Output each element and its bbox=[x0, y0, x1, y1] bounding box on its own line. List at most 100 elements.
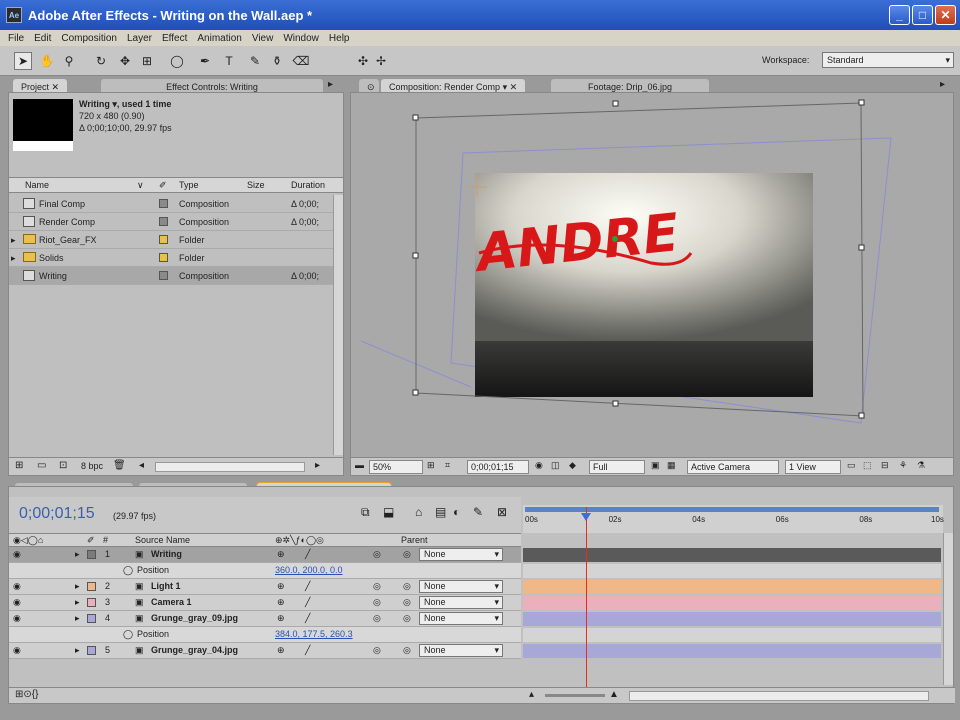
column-duration[interactable]: Duration bbox=[291, 180, 325, 190]
view-layout-dropdown[interactable]: 1 View bbox=[785, 460, 841, 474]
quality-switch-icon[interactable]: ╱ bbox=[305, 581, 310, 592]
3d-layer-switch-icon[interactable]: ◎ bbox=[373, 597, 381, 608]
pick-whip-icon[interactable]: ◎ bbox=[403, 549, 411, 560]
selection-tool-icon[interactable]: ➤ bbox=[14, 52, 32, 70]
property-value[interactable]: 384.0, 177.5, 260.3 bbox=[275, 629, 353, 639]
layer-property-row[interactable]: ◯ Position 384.0, 177.5, 260.3 bbox=[9, 627, 521, 643]
label-color-swatch[interactable] bbox=[159, 253, 168, 262]
orbit-camera-tool-icon[interactable]: ✥ bbox=[116, 52, 134, 70]
pick-whip-icon[interactable]: ◎ bbox=[403, 613, 411, 624]
layer-label-swatch[interactable] bbox=[87, 646, 96, 655]
menu-layer[interactable]: Layer bbox=[127, 33, 152, 44]
transparency-grid-icon[interactable]: ▦ bbox=[667, 460, 676, 471]
menu-composition[interactable]: Composition bbox=[61, 33, 117, 44]
pick-whip-icon[interactable]: ◎ bbox=[403, 581, 411, 592]
pen-tool-icon[interactable]: ✒ bbox=[196, 52, 214, 70]
layer-name[interactable]: Writing bbox=[151, 549, 182, 559]
column-source-name[interactable]: Source Name bbox=[135, 535, 190, 545]
region-of-interest-icon[interactable]: ▣ bbox=[651, 460, 660, 471]
3d-layer-switch-icon[interactable]: ◎ bbox=[373, 645, 381, 656]
label-color-swatch[interactable] bbox=[159, 271, 168, 280]
property-value[interactable]: 360.0, 200.0, 0.0 bbox=[275, 565, 343, 575]
frame-blending-icon[interactable]: ▤ bbox=[435, 505, 446, 519]
tab-dropdown-icon[interactable]: ▾ bbox=[503, 82, 508, 92]
expand-arrow-icon[interactable]: ▸ bbox=[75, 549, 80, 560]
menu-help[interactable]: Help bbox=[329, 33, 350, 44]
timeline-horizontal-scrollbar[interactable] bbox=[629, 691, 929, 701]
layer-row[interactable]: ◉ ▸ 1 ▣ Writing ⊕ ╱ ◎ ◎ None bbox=[9, 547, 521, 563]
horizontal-scrollbar[interactable] bbox=[155, 462, 305, 472]
fast-previews-icon[interactable]: ⬚ bbox=[863, 460, 872, 471]
menu-animation[interactable]: Animation bbox=[197, 33, 241, 44]
motion-blur-icon[interactable]: ◐ bbox=[453, 505, 460, 519]
layer-row[interactable]: ◉ ▸ 4 ▣ Grunge_gray_09.jpg ⊕ ╱ ◎ ◎ None bbox=[9, 611, 521, 627]
clone-stamp-tool-icon[interactable]: ⚱ bbox=[268, 52, 286, 70]
eraser-tool-icon[interactable]: ⌫ bbox=[292, 52, 310, 70]
quality-switch-icon[interactable]: ╱ bbox=[305, 613, 310, 624]
pick-whip-icon[interactable]: ◎ bbox=[403, 645, 411, 656]
draft-3d-icon[interactable]: ⬓ bbox=[383, 505, 394, 519]
parent-dropdown[interactable]: None bbox=[419, 644, 503, 657]
live-update-icon[interactable]: ⧉ bbox=[361, 505, 370, 520]
project-item[interactable]: ▸ Riot_Gear_FX Folder bbox=[9, 231, 343, 249]
zoom-in-icon[interactable]: ▲ bbox=[609, 689, 619, 700]
sort-chevron-icon[interactable]: ∨ bbox=[137, 180, 144, 191]
new-composition-icon[interactable]: ⊡ bbox=[59, 460, 67, 471]
column-name[interactable]: Name bbox=[25, 180, 49, 190]
shy-switch-icon[interactable]: ⊕ bbox=[277, 645, 285, 656]
panel-menu-icon[interactable]: ▸ bbox=[328, 79, 333, 90]
layer-row[interactable]: ◉ ▸ 3 ▣ Camera 1 ⊕ ╱ ◎ ◎ None bbox=[9, 595, 521, 611]
parent-dropdown[interactable]: None bbox=[419, 548, 503, 561]
pan-behind-tool-icon[interactable]: ⊞ bbox=[138, 52, 156, 70]
channel-icon[interactable]: ◆ bbox=[569, 460, 576, 471]
3d-layer-switch-icon[interactable]: ◎ bbox=[373, 581, 381, 592]
safe-zones-icon[interactable]: ⊞ bbox=[427, 460, 435, 471]
stopwatch-icon[interactable]: ◯ bbox=[123, 565, 133, 576]
layer-name[interactable]: Grunge_gray_09.jpg bbox=[151, 613, 238, 623]
video-visibility-icon[interactable]: ◉ bbox=[13, 581, 21, 592]
timeline-icon[interactable]: ⊟ bbox=[881, 460, 889, 471]
project-scrollbar[interactable] bbox=[333, 195, 343, 455]
expand-arrow-icon[interactable]: ▸ bbox=[75, 613, 80, 624]
layer-label-swatch[interactable] bbox=[87, 582, 96, 591]
menu-view[interactable]: View bbox=[252, 33, 274, 44]
menu-effect[interactable]: Effect bbox=[162, 33, 187, 44]
delete-icon[interactable]: 🗑 bbox=[113, 460, 126, 471]
layer-label-swatch[interactable] bbox=[87, 550, 96, 559]
resolution-dropdown[interactable]: Full bbox=[589, 460, 645, 474]
comp-flowchart-icon[interactable]: ⚘ bbox=[899, 460, 907, 471]
column-type[interactable]: Type bbox=[179, 180, 199, 190]
expand-arrow-icon[interactable]: ▸ bbox=[11, 253, 16, 264]
layer-row[interactable]: ◉ ▸ 2 ▣ Light 1 ⊕ ╱ ◎ ◎ None bbox=[9, 579, 521, 595]
magnification-dropdown[interactable]: 50% bbox=[369, 460, 423, 474]
hide-shy-layers-icon[interactable]: ⌂ bbox=[415, 505, 422, 519]
minimize-button[interactable]: _ bbox=[889, 5, 910, 25]
layer-name[interactable]: Camera 1 bbox=[151, 597, 192, 607]
layer-property-row[interactable]: ◯ Position 360.0, 200.0, 0.0 bbox=[9, 563, 521, 579]
zoom-out-icon[interactable]: ▴ bbox=[529, 689, 534, 700]
mask-tool-icon[interactable]: ◯ bbox=[168, 52, 186, 70]
expand-arrow-icon[interactable]: ▸ bbox=[75, 597, 80, 608]
shy-switch-icon[interactable]: ⊕ bbox=[277, 549, 285, 560]
video-visibility-icon[interactable]: ◉ bbox=[13, 645, 21, 656]
playhead-handle[interactable] bbox=[580, 513, 591, 521]
graph-editor-icon[interactable]: ✎ bbox=[473, 505, 483, 519]
always-preview-icon[interactable]: ▬ bbox=[355, 460, 364, 470]
3d-layer-switch-icon[interactable]: ◎ bbox=[373, 613, 381, 624]
new-folder-icon[interactable]: ▭ bbox=[37, 460, 46, 471]
maximize-button[interactable]: □ bbox=[912, 5, 933, 25]
current-time-field[interactable]: 0;00;01;15 bbox=[467, 460, 529, 474]
hand-tool-icon[interactable]: ✋ bbox=[38, 52, 56, 70]
label-column-icon[interactable]: ✐ bbox=[159, 180, 167, 191]
project-item[interactable]: ▸ Solids Folder bbox=[9, 249, 343, 267]
layer-name[interactable]: Light 1 bbox=[151, 581, 181, 591]
mask-visibility-icon[interactable]: ⌗ bbox=[445, 460, 450, 471]
quality-switch-icon[interactable]: ╱ bbox=[305, 597, 310, 608]
layer-label-swatch[interactable] bbox=[87, 598, 96, 607]
timeline-timecode[interactable]: 0;00;01;15 bbox=[19, 505, 95, 523]
puppet-pin-tool-icon[interactable]: ✣ bbox=[354, 52, 372, 70]
current-time-indicator[interactable] bbox=[585, 507, 587, 687]
scroll-left-icon[interactable]: ◂ bbox=[139, 460, 144, 471]
zoom-tool-icon[interactable]: ⚲ bbox=[60, 52, 78, 70]
bit-depth-label[interactable]: 8 bpc bbox=[81, 461, 103, 471]
